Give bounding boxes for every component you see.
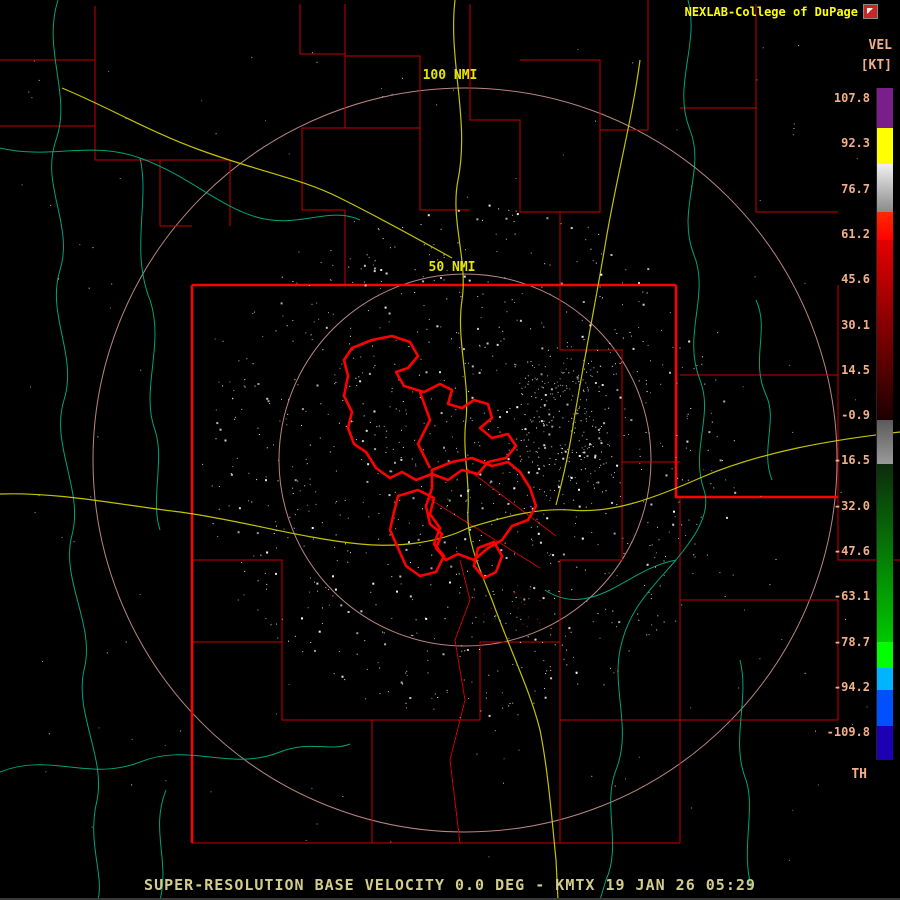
colorbar-tick-label: 107.8 xyxy=(833,91,870,105)
highway-lines xyxy=(0,0,900,900)
colorbar-tick-label: 30.1 xyxy=(841,317,870,332)
colorbar-segment xyxy=(877,726,893,760)
colorbar-tick-label: -32.0 xyxy=(833,498,870,513)
colorbar-unit-label: VEL [KT] xyxy=(861,36,892,76)
colorbar-tick-label: -63.1 xyxy=(833,589,870,604)
colorbar-tick-label: 61.2 xyxy=(841,226,870,241)
river-lines xyxy=(0,0,773,900)
metro-boundary-divider xyxy=(416,391,432,469)
colorbar-segment xyxy=(877,642,893,668)
colorbar-tick-label: 92.3 xyxy=(841,136,870,151)
brand-text: NEXLAB-College of DuPage xyxy=(684,4,858,19)
status-bar: SUPER-RESOLUTION BASE VELOCITY 0.0 DEG -… xyxy=(144,876,756,894)
colorbar-tick-label: 14.5 xyxy=(841,362,870,377)
radar-screen: 100 NMI 50 NMI NEXLAB-College of DuPage … xyxy=(0,0,900,900)
colorbar-segment xyxy=(877,88,893,128)
colorbar-segment xyxy=(877,128,893,164)
colorbar-tick-label: -94.2 xyxy=(833,679,870,694)
colorbar-tick-label: -16.5 xyxy=(833,453,870,468)
colorbar-tick-label: 76.7 xyxy=(841,181,870,196)
colorbar-segment xyxy=(877,240,893,420)
colorbar-tick-label: -109.8 xyxy=(826,725,870,740)
colorbar-unit-kt: [KT] xyxy=(860,58,892,73)
dupage-logo-icon xyxy=(863,4,878,19)
colorbar-th-label: TH xyxy=(851,767,867,782)
range-ring-label-50: 50 NMI xyxy=(429,260,476,275)
colorbar-segment xyxy=(877,212,893,240)
colorbar xyxy=(876,88,893,760)
colorbar-tick-label: -0.9 xyxy=(841,408,870,423)
colorbar-segment xyxy=(877,464,893,642)
colorbar-segment xyxy=(877,690,893,726)
colorbar-tick-label: -47.6 xyxy=(833,544,870,558)
brand: NEXLAB-College of DuPage xyxy=(685,4,878,19)
radar-echoes xyxy=(21,45,881,861)
radar-map: 100 NMI 50 NMI xyxy=(0,0,900,900)
colorbar-tick-label: 45.6 xyxy=(841,272,870,287)
colorbar-segment xyxy=(877,668,893,690)
colorbar-segment xyxy=(877,164,893,212)
colorbar-unit-vel: VEL xyxy=(868,38,892,53)
county-lines xyxy=(0,0,900,844)
metro-boundary-north xyxy=(342,334,518,482)
range-ring-label-100: 100 NMI xyxy=(423,68,478,83)
colorbar-tick-label: -78.7 xyxy=(833,634,870,649)
colorbar-segment xyxy=(877,420,893,464)
